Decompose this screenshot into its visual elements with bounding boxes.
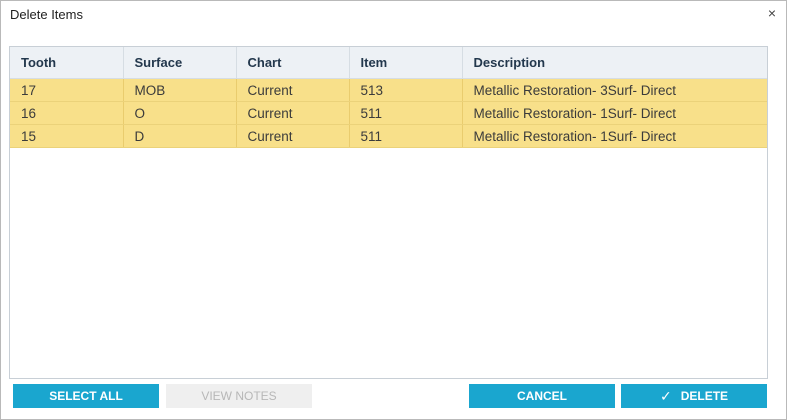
column-header-chart[interactable]: Chart [236, 47, 350, 79]
cell-surface: MOB [123, 78, 237, 102]
delete-button[interactable]: ✓ DELETE [621, 384, 767, 408]
delete-items-dialog: Delete Items × Tooth Surface Chart Item … [0, 0, 787, 420]
column-header-description[interactable]: Description [462, 47, 767, 79]
cell-item: 511 [349, 124, 463, 148]
close-icon[interactable]: × [768, 5, 776, 21]
table-row[interactable]: 16 O Current 511 Metallic Restoration- 1… [10, 101, 767, 125]
cell-tooth: 17 [10, 78, 124, 102]
column-header-item[interactable]: Item [349, 47, 463, 79]
select-all-button[interactable]: SELECT ALL [13, 384, 159, 408]
cell-chart: Current [236, 101, 350, 125]
cell-surface: O [123, 101, 237, 125]
delete-button-label: DELETE [680, 389, 729, 403]
view-notes-button: VIEW NOTES [166, 384, 312, 408]
cell-surface: D [123, 124, 237, 148]
cell-chart: Current [236, 78, 350, 102]
cell-description: Metallic Restoration- 1Surf- Direct [462, 101, 767, 125]
dialog-title: Delete Items [10, 7, 83, 22]
cell-tooth: 16 [10, 101, 124, 125]
column-header-surface[interactable]: Surface [123, 47, 237, 79]
table-row[interactable]: 15 D Current 511 Metallic Restoration- 1… [10, 124, 767, 148]
cancel-button[interactable]: CANCEL [469, 384, 615, 408]
items-grid: Tooth Surface Chart Item Description 17 … [9, 46, 768, 379]
check-icon: ✓ [659, 388, 672, 404]
table-row[interactable]: 17 MOB Current 513 Metallic Restoration-… [10, 78, 767, 102]
cell-chart: Current [236, 124, 350, 148]
cell-tooth: 15 [10, 124, 124, 148]
table-header-row: Tooth Surface Chart Item Description [10, 47, 767, 79]
cell-description: Metallic Restoration- 1Surf- Direct [462, 124, 767, 148]
column-header-tooth[interactable]: Tooth [10, 47, 124, 79]
cell-description: Metallic Restoration- 3Surf- Direct [462, 78, 767, 102]
items-table: Tooth Surface Chart Item Description 17 … [10, 47, 767, 148]
dialog-titlebar: Delete Items × [1, 1, 786, 29]
cell-item: 511 [349, 101, 463, 125]
cell-item: 513 [349, 78, 463, 102]
